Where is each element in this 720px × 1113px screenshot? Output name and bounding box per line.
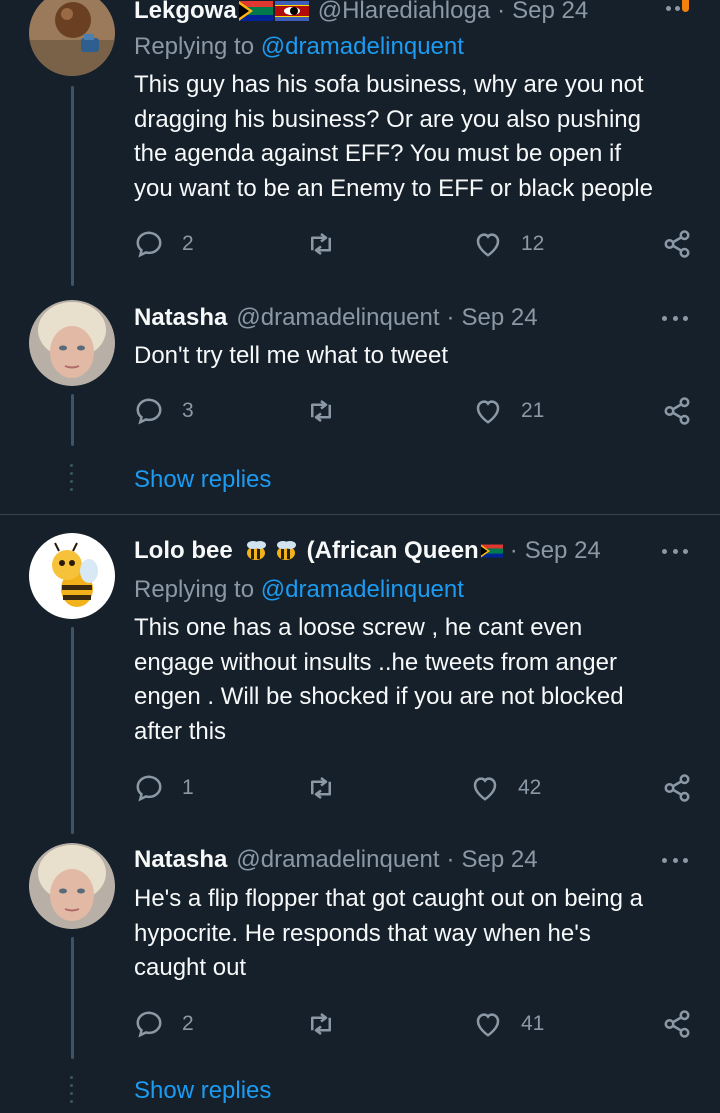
like-button[interactable]: 41 bbox=[473, 1008, 544, 1040]
tweet-date[interactable]: Sep 24 bbox=[462, 845, 538, 875]
user-handle[interactable]: @Hlarediahloga bbox=[318, 0, 490, 26]
user-handle[interactable]: @dramadelinquent bbox=[236, 303, 439, 333]
separator-dot: · bbox=[446, 304, 455, 331]
reply-button[interactable]: 2 bbox=[134, 1008, 194, 1040]
tweet-header: Natasha @dramadelinquent · Sep 24 bbox=[134, 845, 538, 875]
avatar-natasha[interactable] bbox=[29, 300, 115, 386]
retweet-icon bbox=[311, 777, 331, 799]
like-button[interactable]: 12 bbox=[473, 228, 544, 260]
tweet-text: This guy has his sofa business, why are … bbox=[134, 71, 653, 202]
retweet-button[interactable] bbox=[306, 228, 336, 260]
show-replies-link[interactable]: Show replies bbox=[134, 465, 271, 495]
reply-icon bbox=[136, 398, 162, 425]
separator-dot: · bbox=[497, 0, 506, 24]
thread-divider bbox=[0, 514, 720, 515]
more-icon[interactable] bbox=[666, 4, 680, 12]
bee-emoji-icon bbox=[276, 541, 296, 560]
share-icon bbox=[664, 230, 690, 258]
share-icon bbox=[664, 774, 690, 802]
tweet-text: Don't try tell me what to tweet bbox=[134, 342, 449, 369]
thread-line bbox=[71, 627, 74, 834]
share-icon bbox=[664, 1010, 690, 1038]
tweet-date[interactable]: Sep 24 bbox=[525, 536, 601, 566]
separator-dot: · bbox=[509, 537, 518, 564]
thread-continuation-dots bbox=[70, 464, 74, 491]
orange-notification-dot bbox=[682, 0, 689, 12]
reply-icon bbox=[136, 775, 162, 802]
share-icon bbox=[664, 397, 690, 425]
reply-icon bbox=[136, 231, 162, 258]
eswatini-flag-icon bbox=[274, 1, 309, 21]
share-button[interactable] bbox=[662, 228, 692, 260]
like-button[interactable]: 21 bbox=[473, 395, 544, 427]
show-replies-link[interactable]: Show replies bbox=[134, 1076, 271, 1106]
reply-button[interactable]: 2 bbox=[134, 228, 194, 260]
mention-link[interactable]: @dramadelinquent bbox=[261, 33, 464, 60]
display-name[interactable]: Lekgowa bbox=[134, 0, 237, 26]
replying-to: Replying to @dramadelinquent bbox=[134, 576, 464, 603]
like-icon bbox=[476, 1013, 500, 1037]
retweet-button[interactable] bbox=[306, 1008, 336, 1040]
reply-button[interactable]: 1 bbox=[134, 772, 194, 804]
thread-continuation-dots bbox=[70, 1076, 74, 1103]
tweet-actions: 3 21 bbox=[134, 395, 694, 427]
mention-link[interactable]: @dramadelinquent bbox=[261, 576, 464, 603]
like-icon bbox=[476, 233, 500, 257]
tweet-header: Lekgowa @Hlarediahloga · Sep 24 bbox=[134, 0, 588, 26]
tweet-date[interactable]: Sep 24 bbox=[512, 0, 588, 26]
display-name[interactable]: Natasha bbox=[134, 303, 227, 333]
south-africa-flag-icon bbox=[480, 544, 503, 558]
like-icon bbox=[476, 400, 500, 424]
more-icon[interactable] bbox=[662, 547, 688, 555]
display-name[interactable]: Natasha bbox=[134, 845, 227, 875]
tweet-text: He's a flip flopper that got caught out … bbox=[134, 885, 643, 981]
retweet-icon bbox=[311, 233, 331, 255]
avatar-natasha[interactable] bbox=[29, 843, 115, 929]
display-name[interactable]: Lolo bee bbox=[134, 536, 233, 566]
display-name-suffix[interactable]: (African Queen bbox=[307, 536, 479, 566]
tweet-text: This one has a loose screw , he cant eve… bbox=[134, 614, 624, 745]
replying-to: Replying to @dramadelinquent bbox=[134, 33, 464, 60]
retweet-icon bbox=[311, 1013, 331, 1035]
separator-dot: · bbox=[446, 846, 455, 873]
like-button[interactable]: 42 bbox=[470, 772, 541, 804]
bee-emoji-icon bbox=[246, 541, 266, 560]
share-button[interactable] bbox=[662, 772, 692, 804]
like-icon bbox=[473, 777, 497, 801]
user-handle[interactable]: @dramadelinquent bbox=[236, 845, 439, 875]
avatar-lolo-bee[interactable] bbox=[29, 533, 115, 619]
more-icon[interactable] bbox=[662, 856, 688, 864]
retweet-button[interactable] bbox=[306, 395, 336, 427]
thread-line bbox=[71, 937, 74, 1059]
tweet-header: Natasha @dramadelinquent · Sep 24 bbox=[134, 303, 538, 333]
avatar-lekgowa[interactable] bbox=[29, 0, 115, 76]
retweet-icon bbox=[311, 400, 331, 422]
thread-line bbox=[71, 86, 74, 286]
thread-line bbox=[71, 394, 74, 446]
tweet-actions: 2 41 bbox=[134, 1008, 694, 1040]
tweet-header: Lolo bee (African Queen · Sep 24 bbox=[134, 536, 601, 566]
tweet-actions: 2 12 bbox=[134, 228, 694, 260]
tweet-actions: 1 42 bbox=[134, 772, 694, 804]
retweet-button[interactable] bbox=[306, 772, 336, 804]
share-button[interactable] bbox=[662, 395, 692, 427]
tweet-date[interactable]: Sep 24 bbox=[462, 303, 538, 333]
reply-button[interactable]: 3 bbox=[134, 395, 194, 427]
reply-icon bbox=[136, 1011, 162, 1038]
south-africa-flag-icon bbox=[238, 1, 273, 21]
more-icon[interactable] bbox=[662, 314, 688, 322]
share-button[interactable] bbox=[662, 1008, 692, 1040]
